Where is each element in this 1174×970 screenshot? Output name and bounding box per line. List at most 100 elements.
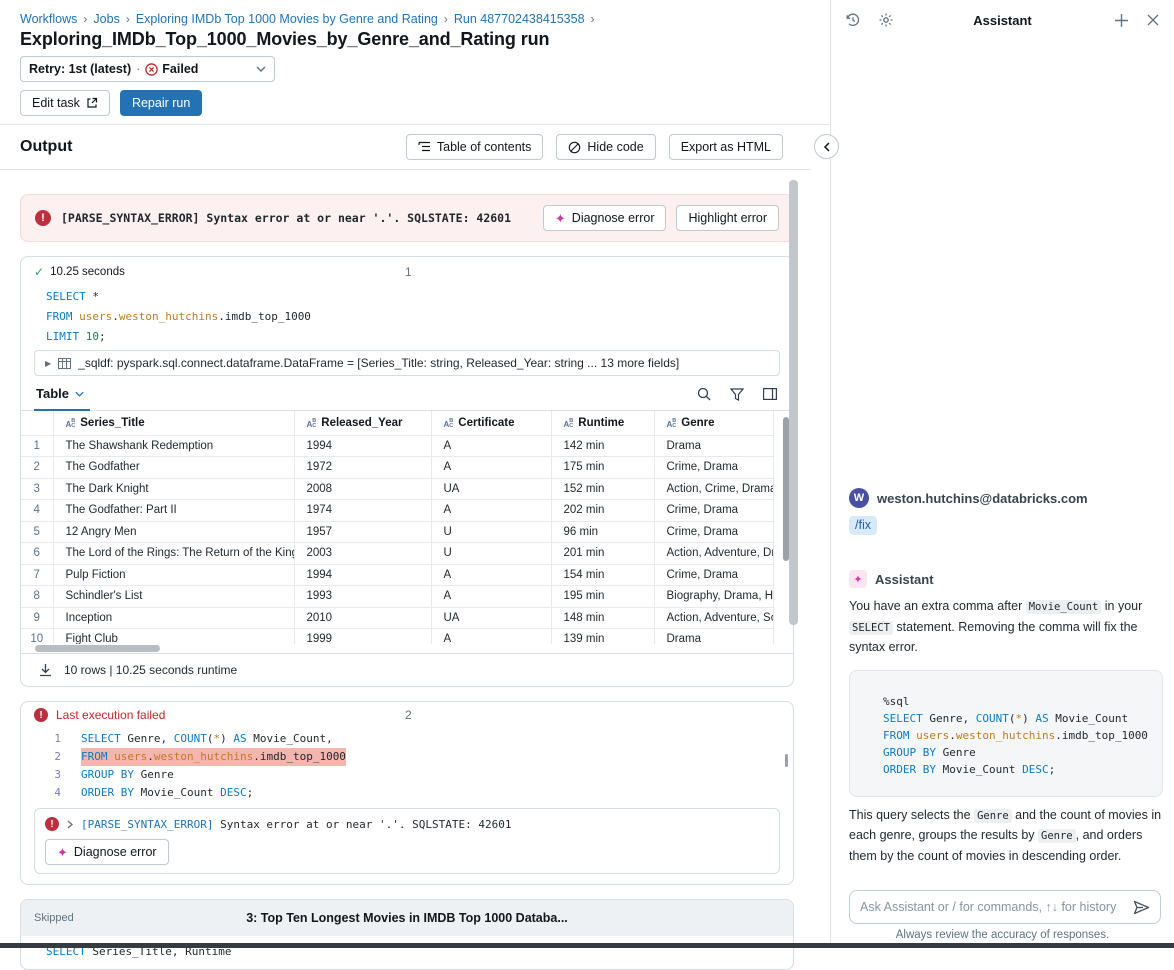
- text: This query selects the: [849, 808, 974, 822]
- collapse-panel-button[interactable]: [814, 134, 839, 159]
- close-icon[interactable]: [1146, 13, 1160, 27]
- table-row[interactable]: 9Inception2010UA148 minAction, Adventure…: [21, 607, 773, 629]
- edit-task-button[interactable]: Edit task: [20, 90, 110, 116]
- table-cell: A: [431, 586, 551, 608]
- filter-icon[interactable]: [730, 388, 744, 401]
- table-row[interactable]: 1The Shawshank Redemption1994A142 minDra…: [21, 435, 773, 457]
- table-row[interactable]: 512 Angry Men1957U96 minCrime, Drama: [21, 521, 773, 543]
- sql-code-cell-2[interactable]: 1SELECT Genre, COUNT(*) AS Movie_Count,2…: [21, 728, 793, 806]
- string-type-icon: ABC: [667, 419, 677, 429]
- output-heading: Output: [20, 138, 72, 156]
- hide-code-label: Hide code: [587, 140, 643, 154]
- assistant-sparkle-icon: ✦: [849, 570, 867, 588]
- cell-2-header: ! Last execution failed 2: [21, 702, 793, 728]
- code-text: GROUP BY Genre: [81, 766, 174, 784]
- new-chat-icon[interactable]: [1114, 13, 1129, 28]
- table-cell: The Shawshank Redemption: [53, 435, 294, 457]
- sql-code-cell-3[interactable]: SELECT Series_Title, Runtime: [21, 936, 793, 969]
- code-line: FROM users.weston_hutchins.imdb_top_1000: [883, 727, 1152, 744]
- table-cell: Crime, Drama: [654, 500, 773, 522]
- run-status: Failed: [162, 62, 198, 76]
- gear-icon[interactable]: [878, 12, 894, 28]
- column-header-certificate[interactable]: ABCCertificate: [431, 411, 551, 435]
- error-icon: !: [45, 817, 59, 831]
- row-number: 2: [21, 457, 53, 479]
- main-scrollbar[interactable]: [789, 180, 798, 625]
- repair-run-button[interactable]: Repair run: [120, 90, 202, 116]
- table-row[interactable]: 8Schindler's List1993A195 minBiography, …: [21, 586, 773, 608]
- table-horizontal-scrollbar[interactable]: [21, 644, 793, 653]
- chevron-right-icon[interactable]: [67, 820, 73, 829]
- table-row[interactable]: 7Pulp Fiction1994A154 minCrime, Drama: [21, 564, 773, 586]
- table-cell: 139 min: [551, 629, 654, 645]
- code-scrollbar[interactable]: [785, 754, 788, 767]
- row-number: 3: [21, 478, 53, 500]
- breadcrumb-link[interactable]: Workflows: [20, 12, 77, 26]
- table-row[interactable]: 4The Godfather: Part II1974A202 minCrime…: [21, 500, 773, 522]
- table-cell: The Dark Knight: [53, 478, 294, 500]
- chevron-down-icon: [75, 391, 84, 397]
- text: statement. Removing the comma will fix t…: [849, 620, 1137, 655]
- send-icon[interactable]: [1133, 900, 1150, 915]
- sqldf-dataframe-row[interactable]: ▶ _sqldf: pyspark.sql.connect.dataframe.…: [34, 350, 780, 376]
- columns-icon[interactable]: [763, 388, 777, 400]
- row-number: 8: [21, 586, 53, 608]
- diagnose-label: Diagnose error: [74, 845, 157, 859]
- column-header-genre[interactable]: ABCGenre: [654, 411, 773, 435]
- code-line: SELECT *: [46, 287, 793, 307]
- chevron-left-icon: [823, 142, 830, 152]
- assistant-input[interactable]: [849, 890, 1161, 924]
- table-cell: 2010: [294, 607, 431, 629]
- tab-table[interactable]: Table: [34, 386, 90, 411]
- run-retry-dropdown[interactable]: Retry: 1st (latest) · Failed: [20, 56, 275, 82]
- history-icon[interactable]: [845, 12, 861, 28]
- toc-icon: [418, 141, 431, 153]
- column-header-released_year[interactable]: ABCReleased_Year: [294, 411, 431, 435]
- table-icon: [58, 358, 71, 369]
- breadcrumb: Workflows›Jobs›Exploring IMDb Top 1000 M…: [20, 12, 809, 26]
- table-cell: Action, Adventure, Sci-Fi: [654, 607, 773, 629]
- code-line: SELECT Genre, COUNT(*) AS Movie_Count: [883, 710, 1152, 727]
- hide-code-button[interactable]: Hide code: [556, 134, 655, 160]
- cell-index: 1: [405, 265, 412, 279]
- download-icon[interactable]: [39, 663, 52, 677]
- table-row[interactable]: 3The Dark Knight2008UA152 minAction, Cri…: [21, 478, 773, 500]
- expand-triangle-icon[interactable]: ▶: [45, 359, 51, 368]
- output-header: Output Table of contents Hide code Expor…: [0, 125, 829, 169]
- export-html-button[interactable]: Export as HTML: [669, 134, 783, 160]
- text: You have an extra comma after: [849, 599, 1026, 613]
- search-icon[interactable]: [697, 387, 711, 401]
- error-banner: ! [PARSE_SYNTAX_ERROR] Syntax error at o…: [20, 194, 794, 242]
- line-number: 2: [21, 748, 81, 766]
- line-number: 4: [21, 784, 81, 802]
- cell-3-header: Skipped 3: Top Ten Longest Movies in IMD…: [21, 900, 793, 936]
- breadcrumb-separator: ›: [591, 12, 595, 26]
- row-number: 7: [21, 564, 53, 586]
- table-cell: Action, Crime, Drama: [654, 478, 773, 500]
- breadcrumb-link[interactable]: Exploring IMDb Top 1000 Movies by Genre …: [136, 12, 438, 26]
- table-row[interactable]: 6The Lord of the Rings: The Return of th…: [21, 543, 773, 565]
- cell-title: 3: Top Ten Longest Movies in IMDB Top 10…: [21, 911, 793, 925]
- table-cell: A: [431, 457, 551, 479]
- diagnose-error-button[interactable]: ✦Diagnose error: [543, 205, 667, 231]
- assistant-input-field[interactable]: [860, 900, 1125, 914]
- breadcrumb-link[interactable]: Jobs: [93, 12, 119, 26]
- table-cell: Drama: [654, 629, 773, 645]
- sql-code-cell-1[interactable]: SELECT *FROM users.weston_hutchins.imdb_…: [21, 287, 793, 347]
- column-header-series_title[interactable]: ABCSeries_Title: [53, 411, 294, 435]
- export-label: Export as HTML: [681, 140, 771, 154]
- highlight-error-button[interactable]: Highlight error: [676, 205, 779, 231]
- table-cell: A: [431, 500, 551, 522]
- error-code-link[interactable]: [PARSE_SYNTAX_ERROR]: [81, 818, 213, 831]
- error-icon: !: [35, 210, 51, 226]
- diagnose-error-button-2[interactable]: ✦Diagnose error: [45, 839, 169, 865]
- column-header-label: Series_Title: [80, 417, 144, 429]
- assistant-code-block: %sqlSELECT Genre, COUNT(*) AS Movie_Coun…: [849, 670, 1163, 797]
- table-row[interactable]: 10Fight Club1999A139 minDrama: [21, 629, 773, 645]
- column-header-runtime[interactable]: ABCRuntime: [551, 411, 654, 435]
- breadcrumb-link[interactable]: Run 487702438415358: [454, 12, 585, 26]
- code-line: 3GROUP BY Genre: [21, 766, 793, 784]
- table-row[interactable]: 2The Godfather1972A175 minCrime, Drama: [21, 457, 773, 479]
- row-number: 1: [21, 435, 53, 457]
- table-of-contents-button[interactable]: Table of contents: [406, 134, 544, 160]
